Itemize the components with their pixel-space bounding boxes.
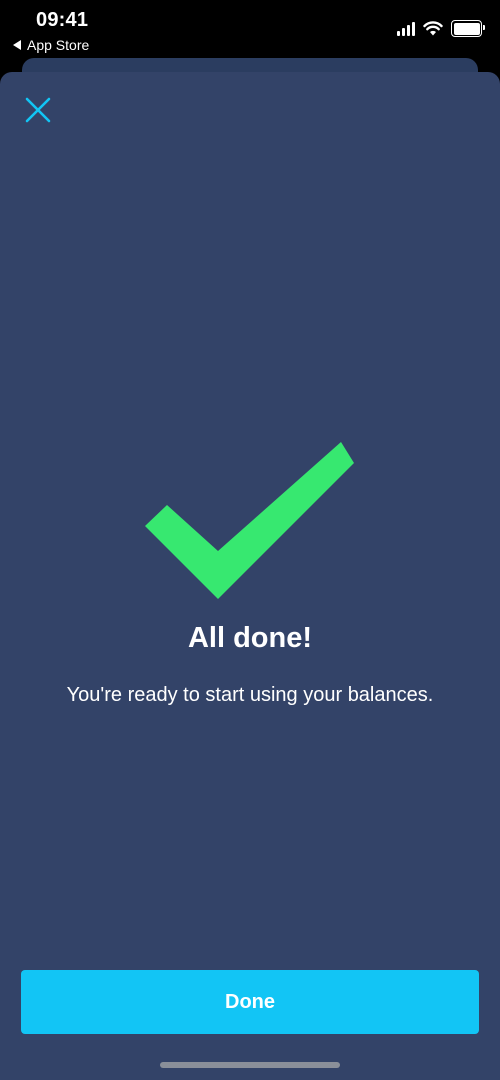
back-app-label: App Store [27,37,90,53]
close-icon [25,97,51,123]
battery-icon [451,20,485,37]
signal-icon [397,21,415,36]
modal-sheet: All done! You're ready to start using yo… [0,72,500,1080]
checkmark-icon [145,442,354,599]
page-title: All done! [187,622,313,654]
back-to-app-store-link[interactable]: App Store [13,37,89,53]
page-subtitle: You're ready to start using your balance… [66,684,434,706]
status-bar: 09:41 App Store [0,0,500,58]
home-indicator [160,1062,340,1068]
wifi-icon [423,21,443,36]
done-button[interactable]: Done [21,970,479,1034]
status-icons [397,20,485,37]
close-button[interactable] [24,96,52,124]
status-time: 09:41 [36,9,89,31]
back-triangle-icon [13,40,21,50]
